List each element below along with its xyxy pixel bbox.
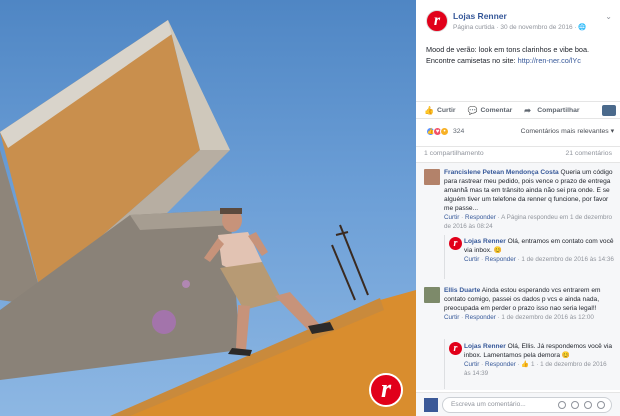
- reply-name[interactable]: Lojas Renner: [464, 238, 506, 245]
- chevron-down-icon[interactable]: ⌄: [605, 12, 612, 21]
- reply-1: Lojas Renner Olá, entramos em contato co…: [464, 237, 614, 264]
- thread-line: [444, 235, 445, 279]
- reply-avatar[interactable]: r: [449, 237, 462, 250]
- share-button[interactable]: ➦ Compartilhar: [524, 106, 579, 115]
- commenter-name[interactable]: Ellis Duarte: [444, 287, 480, 294]
- emoji-icon[interactable]: [558, 401, 566, 409]
- comment-like-link[interactable]: Curtir: [444, 314, 459, 321]
- comment-actions: Curtir · Responder · 1 de dezembro de 20…: [444, 314, 594, 321]
- comment-label: Comentar: [480, 106, 513, 114]
- composer-icons: [558, 401, 605, 409]
- comment-like-link[interactable]: Curtir: [444, 214, 459, 221]
- sticker-icon[interactable]: [597, 401, 605, 409]
- reply-reply-link[interactable]: Responder: [485, 256, 516, 263]
- share-icon: ➦: [524, 105, 531, 115]
- renner-logo: r: [369, 373, 403, 407]
- comment-1: Francislene Petean Mendonça Costa Queria…: [444, 168, 614, 231]
- reply-reply-link[interactable]: Responder: [485, 361, 516, 368]
- reply-2: Lojas Renner Olá, Ellis. Já respondemos …: [464, 342, 614, 378]
- reply-name[interactable]: Lojas Renner: [464, 343, 506, 350]
- comment-input[interactable]: Escreva um comentário...: [442, 397, 612, 413]
- post-photo[interactable]: r: [0, 0, 416, 416]
- reply-like-link[interactable]: Curtir: [464, 361, 479, 368]
- comment-icon: 💬: [467, 105, 478, 115]
- commenter-name[interactable]: Francislene Petean Mendonça Costa: [444, 169, 559, 176]
- message-line-1: Mood de verão: look em tons clarinhos e …: [426, 45, 590, 54]
- comment-actions: Curtir · Responder · A Página respondeu …: [444, 214, 613, 230]
- action-bar: 👍 Curtir 💬 Comentar ➦ Compartilhar: [416, 101, 620, 119]
- reply-actions: Curtir · Responder · 1 de dezembro de 20…: [464, 256, 614, 263]
- comment-reply-link[interactable]: Responder: [465, 314, 496, 321]
- comment-2: Ellis Duarte Ainda estou esperando vcs e…: [444, 286, 614, 322]
- comments-count[interactable]: 21 comentários: [566, 150, 612, 157]
- wow-reaction-icon: •: [440, 126, 449, 136]
- like-button[interactable]: 👍 Curtir: [424, 106, 456, 115]
- shares-count[interactable]: 1 compartilhamento: [424, 150, 484, 157]
- comment-button[interactable]: 💬 Comentar: [468, 106, 513, 115]
- comment-placeholder: Escreva um comentário...: [451, 401, 526, 408]
- message-prefix: Encontre camisetas no site:: [426, 56, 518, 65]
- thumbs-up-icon: 👍: [424, 105, 434, 115]
- post-message: Mood de verão: look em tons clarinhos e …: [426, 44, 612, 66]
- commenter-avatar[interactable]: [424, 169, 440, 185]
- camera-icon[interactable]: [571, 401, 579, 409]
- reply-like-link[interactable]: Curtir: [464, 256, 479, 263]
- comments-section: Francislene Petean Mendonça Costa Queria…: [416, 162, 620, 390]
- post-meta: Página curtida · 30 de novembro de 2016 …: [453, 24, 587, 31]
- page-name[interactable]: Lojas Renner: [453, 11, 507, 21]
- commenter-avatar[interactable]: [424, 287, 440, 303]
- reaction-count[interactable]: 324: [453, 128, 464, 135]
- post-header: r Lojas Renner Página curtida · 30 de no…: [426, 10, 614, 36]
- share-label: Compartilhar: [537, 106, 580, 114]
- like-label: Curtir: [437, 106, 456, 114]
- page-avatar[interactable]: r: [426, 10, 448, 32]
- comment-sort[interactable]: Comentários mais relevantes ▾: [521, 127, 614, 135]
- post-panel: r Lojas Renner Página curtida · 30 de no…: [416, 0, 620, 416]
- message-link[interactable]: http://ren-ner.co/lYc: [518, 56, 581, 65]
- comment-reply-link[interactable]: Responder: [465, 214, 496, 221]
- gif-icon[interactable]: [584, 401, 592, 409]
- post-stats: 1 compartilhamento 21 comentários: [416, 146, 620, 160]
- comment-composer: Escreva um comentário...: [416, 392, 620, 416]
- photo-illustration: [0, 20, 416, 416]
- share-as-avatar[interactable]: [602, 104, 616, 116]
- current-user-avatar: [424, 398, 438, 412]
- comment-meta: · 1 de dezembro de 2016 às 12:00: [495, 314, 594, 321]
- thread-line: [444, 339, 445, 389]
- reply-actions: Curtir · Responder · 👍 1 · 1 de dezembro…: [464, 361, 607, 377]
- message-line-2: Encontre camisetas no site: http://ren-n…: [426, 55, 612, 66]
- reactions-row: 👍 ♥ • 324 Comentários mais relevantes ▾: [426, 124, 614, 138]
- reply-meta: · 1 de dezembro de 2016 às 14:36: [515, 256, 614, 263]
- reply-avatar[interactable]: r: [449, 342, 462, 355]
